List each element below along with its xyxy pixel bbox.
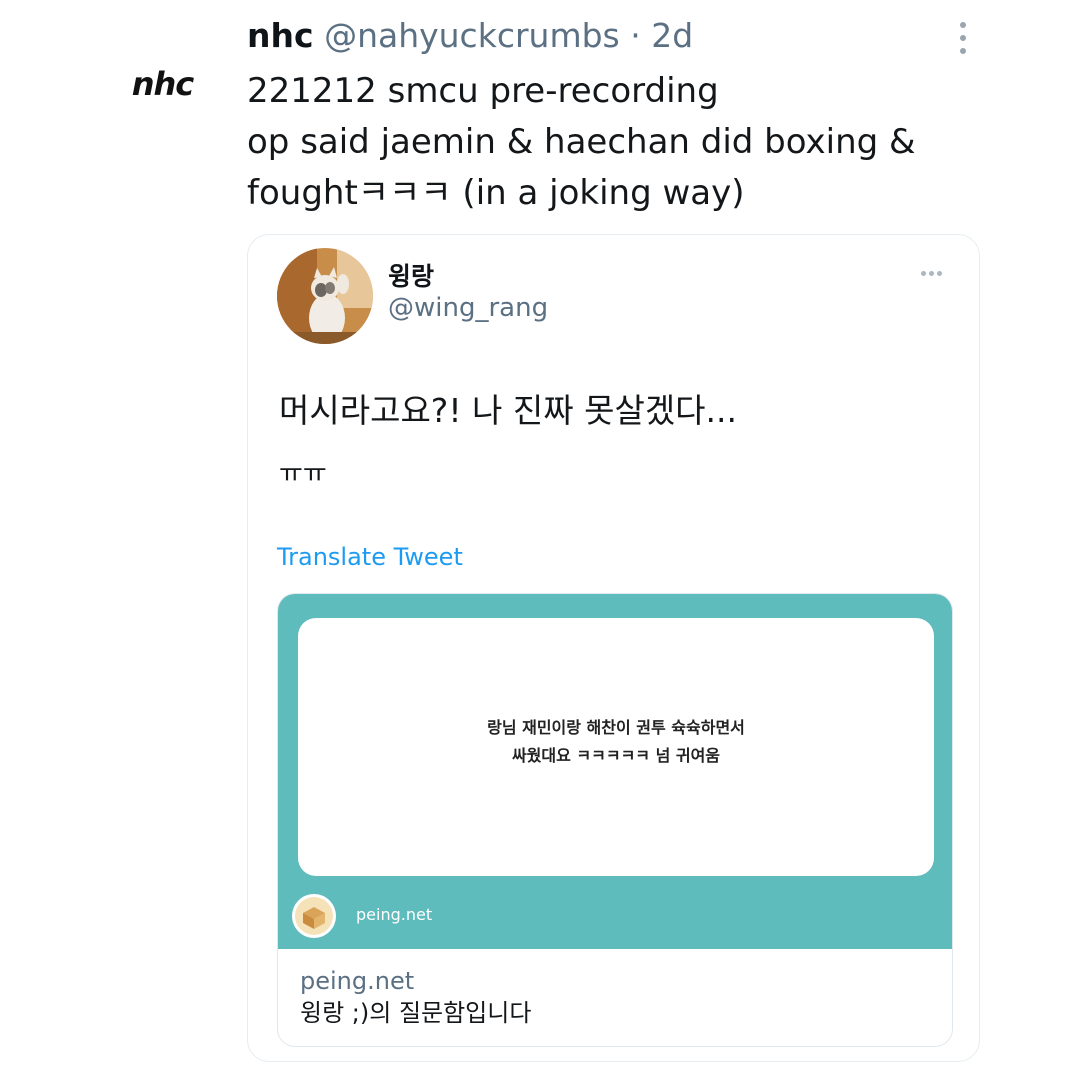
translate-tweet-link[interactable]: Translate Tweet (277, 543, 463, 571)
more-horizontal-icon[interactable] (921, 271, 942, 276)
link-domain: peing.net (300, 967, 415, 995)
quoted-tweet-text: 머시라고요?! 나 진짜 못살겠다... (279, 391, 738, 430)
peing-question-box: 랑님 재민이랑 해찬이 권투 슉슉하면서 싸웠대요 ㅋㅋㅋㅋㅋ 넘 귀여움 (298, 618, 934, 876)
quoted-tweet[interactable]: 윙랑 @wing_rang 머시라고요?! 나 진짜 못살겠다... ㅠㅠ Tr… (247, 234, 980, 1062)
link-preview-image: 랑님 재민이랑 해찬이 권투 슉슉하면서 싸웠대요 ㅋㅋㅋㅋㅋ 넘 귀여움 pe… (278, 594, 952, 949)
tweet-screenshot: nhc nhc @nahyuckcrumbs · 2d 221212 smcu … (0, 0, 1080, 1080)
peing-question-line: 싸웠대요 ㅋㅋㅋㅋㅋ 넘 귀여움 (511, 746, 721, 765)
peing-image-footer: peing.net (356, 905, 433, 924)
quoted-author-handle[interactable]: @wing_rang (388, 293, 548, 323)
header-separator: · (630, 16, 641, 55)
tweet-text-line: op said jaemin & haechan did boxing & (247, 122, 916, 162)
quoted-author-name[interactable]: 윙랑 (388, 257, 434, 293)
tweet-text-line: 221212 smcu pre-recording (247, 71, 719, 111)
quoted-author-avatar[interactable] (277, 248, 373, 344)
author-display-name[interactable]: nhc (247, 16, 314, 55)
tweet-text-line: foughtㅋㅋㅋ (in a joking way) (247, 173, 745, 213)
link-preview-info: peing.net 윙랑 ;)의 질문함입니다 (300, 965, 531, 1029)
quoted-tweet-text-line2: ㅠㅠ (279, 459, 327, 489)
more-vertical-icon[interactable] (958, 22, 968, 54)
cat-photo-icon (277, 248, 373, 344)
link-preview-card[interactable]: 랑님 재민이랑 해찬이 권투 슉슉하면서 싸웠대요 ㅋㅋㅋㅋㅋ 넘 귀여움 pe… (277, 593, 953, 1047)
tweet-body: 221212 smcu pre-recording op said jaemin… (247, 66, 916, 219)
peing-box-icon (292, 894, 336, 938)
avatar-logo-text: nhc (131, 65, 195, 103)
tweet-header: nhc @nahyuckcrumbs · 2d (247, 14, 693, 58)
link-title: 윙랑 ;)의 질문함입니다 (300, 999, 532, 1027)
tweet-timestamp[interactable]: 2d (651, 16, 693, 55)
author-avatar[interactable]: nhc (100, 30, 225, 138)
author-handle[interactable]: @nahyuckcrumbs (324, 16, 620, 55)
